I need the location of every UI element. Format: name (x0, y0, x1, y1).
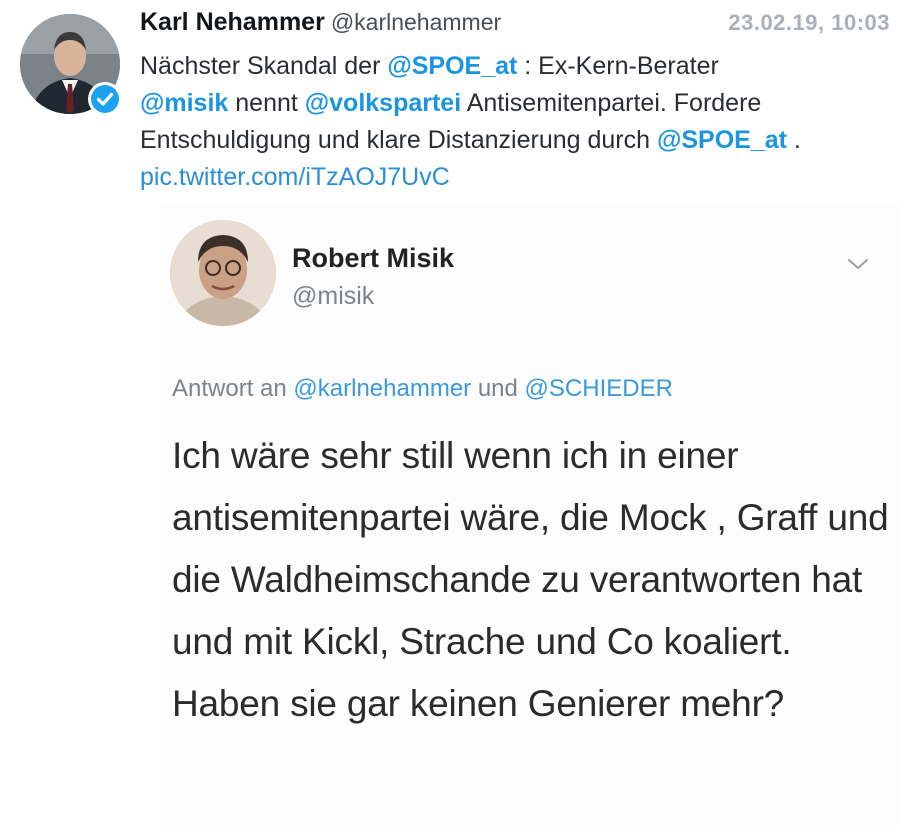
reply-mention: @karlnehammer (293, 375, 472, 402)
tweet-card: Karl Nehammer @karlnehammer 23.02.19, 10:… (0, 0, 908, 833)
text-segment: : Ex-Kern-Berater (517, 52, 719, 80)
tweet-timestamp[interactable]: 23.02.19, 10:03 (728, 10, 890, 36)
author-name[interactable]: Karl Nehammer (140, 8, 325, 36)
embedded-screenshot[interactable]: Robert Misik @misik Antwort an @karlneha… (160, 205, 900, 825)
mention-link[interactable]: @SPOE_at (387, 52, 517, 80)
mention-link[interactable]: @misik (140, 89, 228, 117)
text-segment: . (786, 126, 801, 154)
verified-badge-icon (88, 82, 122, 116)
embedded-tweet-text: Ich wäre sehr still wenn ich in einer an… (172, 435, 889, 724)
tweet-text: Nächster Skandal der @SPOE_at : Ex-Kern-… (140, 48, 900, 196)
reply-mention: @SCHIEDER (524, 375, 673, 402)
reply-and: und (471, 375, 525, 402)
mention-link[interactable]: @SPOE_at (657, 126, 787, 154)
media-link[interactable]: pic.twitter.com/iTzAOJ7UvC (140, 163, 450, 191)
chevron-down-icon (848, 259, 868, 269)
reply-prefix: Antwort an (172, 375, 294, 402)
mention-link[interactable]: @volkspartei (305, 89, 461, 117)
text-segment: nennt (228, 89, 305, 117)
tweet-header: Karl Nehammer @karlnehammer 23.02.19, 10:… (140, 8, 900, 42)
embedded-author-avatar (170, 220, 276, 326)
author-handle[interactable]: @karlnehammer (331, 9, 501, 35)
text-segment: Nächster Skandal der (140, 52, 388, 80)
embedded-author-name: Robert Misik (292, 243, 455, 273)
reply-to-line: Antwort an @karlnehammer und @SCHIEDER (172, 375, 673, 403)
embedded-author-handle: @misik (292, 282, 375, 310)
